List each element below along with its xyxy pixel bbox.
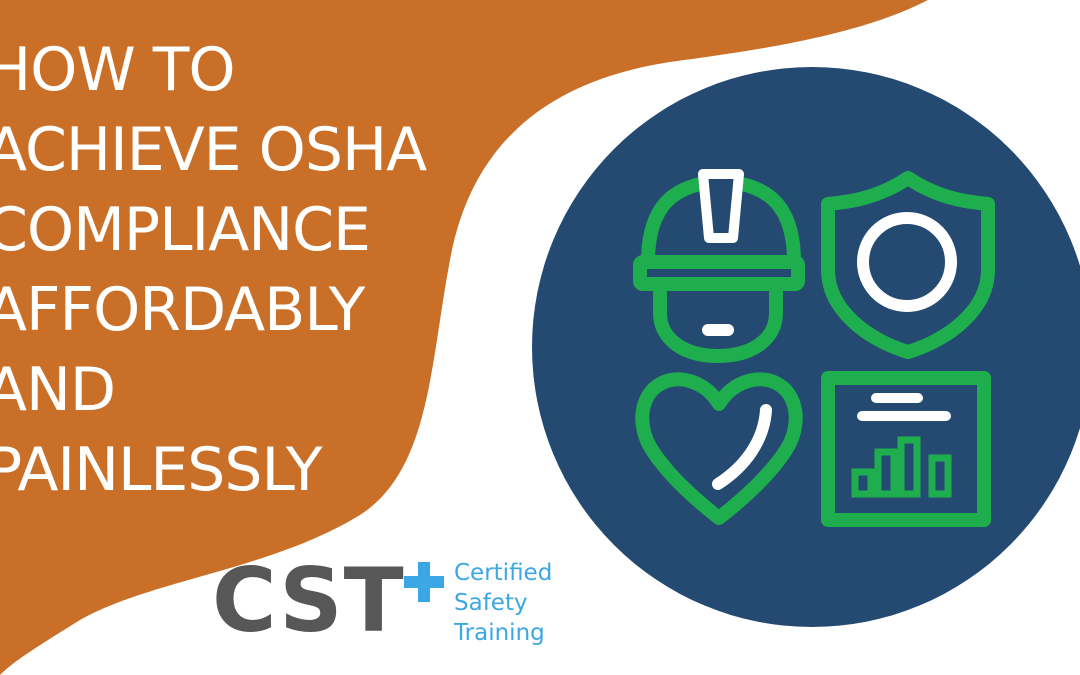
logo-word-3: Training — [454, 620, 545, 646]
logo-word-1: Certified — [454, 560, 553, 586]
medical-cross-icon — [404, 562, 444, 602]
cst-logo: CST Certified Safety Training — [212, 556, 572, 656]
navy-circle — [532, 67, 1080, 627]
banner-canvas: HOW TO ACHIEVE OSHA COMPLIANCE AFFORDABL… — [0, 0, 1080, 675]
logo-letters: CST — [212, 549, 405, 652]
logo-wordmark: Certified Safety Training — [454, 558, 552, 648]
logo-word-2: Safety — [454, 590, 528, 616]
